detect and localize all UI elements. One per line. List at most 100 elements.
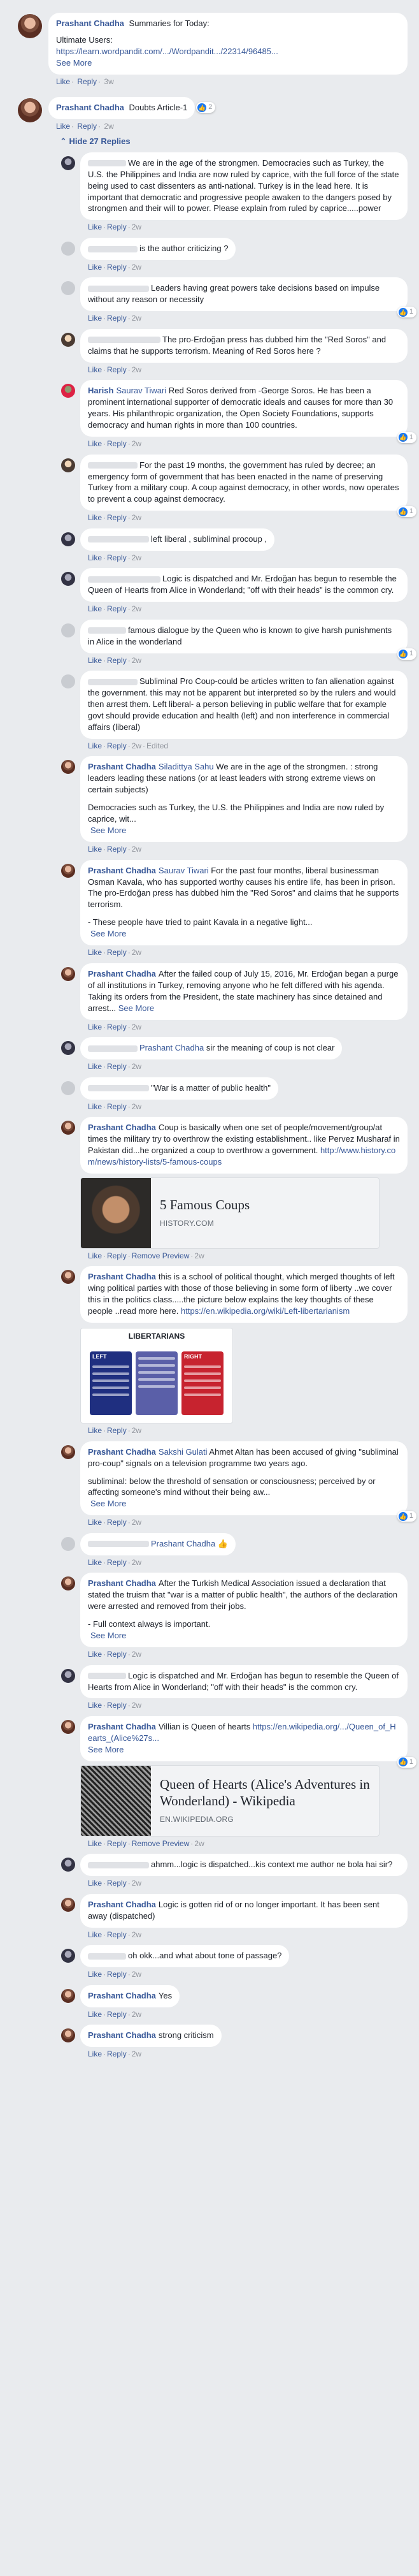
edited-label[interactable]: Edited [146, 741, 168, 750]
like-button[interactable]: Like [88, 1879, 102, 1888]
comment-author[interactable]: Prashant Chadha [88, 762, 156, 771]
like-button[interactable]: Like [88, 1558, 102, 1567]
reaction-count[interactable]: 👍 1 [397, 307, 416, 318]
comment-author[interactable]: Prashant Chadha [88, 2030, 156, 2040]
comment-link[interactable]: https://learn.wordpandit.com/.../Wordpan… [56, 47, 278, 56]
avatar[interactable] [61, 1988, 75, 2003]
reply-button[interactable]: Reply [77, 122, 97, 131]
timestamp[interactable]: 2w [132, 1062, 141, 1071]
mention-tag[interactable]: Saurav Tiwari [159, 866, 209, 875]
like-button[interactable]: Like [88, 656, 102, 665]
timestamp[interactable]: 2w [132, 1022, 141, 1031]
timestamp[interactable]: 2w [194, 1839, 204, 1848]
reply-button[interactable]: Reply [107, 1970, 127, 1979]
like-button[interactable]: Like [88, 439, 102, 448]
remove-preview-button[interactable]: Remove Preview [132, 1839, 190, 1848]
reply-button[interactable]: Reply [107, 1839, 127, 1848]
reply-button[interactable]: Reply [107, 948, 127, 957]
avatar[interactable] [61, 1081, 75, 1095]
see-more-link[interactable]: See More [56, 58, 92, 68]
timestamp[interactable]: 3w [104, 77, 113, 86]
timestamp[interactable]: 2w [132, 314, 141, 323]
timestamp[interactable]: 2w [132, 513, 141, 522]
avatar[interactable] [61, 863, 75, 878]
like-button[interactable]: Like [88, 1701, 102, 1710]
like-button[interactable]: Like [88, 1022, 102, 1031]
reply-button[interactable]: Reply [107, 845, 127, 854]
comment-author[interactable]: Prashant Chadha [88, 1578, 156, 1588]
remove-preview-button[interactable]: Remove Preview [132, 1251, 190, 1260]
like-button[interactable]: Like [88, 1062, 102, 1071]
avatar[interactable] [61, 532, 75, 546]
timestamp[interactable]: 2w [132, 439, 141, 448]
timestamp[interactable]: 2w [132, 1701, 141, 1710]
reply-button[interactable]: Reply [107, 1930, 127, 1939]
reply-button[interactable]: Reply [107, 1650, 127, 1659]
reply-button[interactable]: Reply [107, 222, 127, 231]
mention-tag[interactable]: Sakshi Gulati [159, 1447, 208, 1457]
avatar[interactable] [61, 1536, 75, 1551]
like-button[interactable]: Like [88, 513, 102, 522]
like-button[interactable]: Like [88, 741, 102, 750]
see-more-link[interactable]: See More [90, 826, 126, 835]
timestamp[interactable]: 2w [132, 656, 141, 665]
reply-button[interactable]: Reply [107, 263, 127, 272]
reaction-count[interactable]: 👍 1 [397, 1756, 416, 1768]
avatar[interactable] [61, 966, 75, 981]
avatar[interactable] [61, 1270, 75, 1284]
avatar[interactable] [61, 241, 75, 256]
timestamp[interactable]: 2w [132, 365, 141, 374]
see-more-link[interactable]: See More [90, 1499, 126, 1508]
avatar[interactable] [61, 2028, 75, 2043]
reply-button[interactable]: Reply [107, 553, 127, 562]
avatar[interactable] [61, 1858, 75, 1872]
avatar[interactable] [61, 572, 75, 586]
see-more-link[interactable]: See More [118, 1003, 154, 1013]
reaction-count[interactable]: 👍 1 [397, 506, 416, 518]
reaction-count[interactable]: 👍 1 [397, 432, 416, 444]
comment-author[interactable]: Prashant Chadha [56, 18, 124, 28]
mention-tag[interactable]: Siladittya Sahu [159, 762, 214, 771]
timestamp[interactable]: 2w [132, 1518, 141, 1527]
like-button[interactable]: Like [88, 222, 102, 231]
mention-tag[interactable]: Prashant Chadha [139, 1043, 204, 1052]
avatar[interactable] [18, 14, 42, 38]
comment-author[interactable]: Prashant Chadha [88, 1272, 156, 1281]
like-button[interactable]: Like [88, 1970, 102, 1979]
libertarian-chart-image[interactable]: LIBERTARIANS LEFT RIGHT [80, 1328, 233, 1424]
avatar[interactable] [61, 384, 75, 398]
avatar[interactable] [18, 98, 42, 123]
reply-button[interactable]: Reply [107, 1558, 127, 1567]
like-button[interactable]: Like [88, 1650, 102, 1659]
reply-button[interactable]: Reply [77, 77, 97, 86]
reply-button[interactable]: Reply [107, 741, 127, 750]
reply-button[interactable]: Reply [107, 1879, 127, 1888]
reply-button[interactable]: Reply [107, 1518, 127, 1527]
mention-tag[interactable]: Saurav Tiwari [116, 386, 166, 395]
timestamp[interactable]: 2w [132, 2010, 141, 2019]
timestamp[interactable]: 2w [132, 1558, 141, 1567]
comment-author[interactable]: Prashant Chadha [88, 1991, 156, 2000]
timestamp[interactable]: 2w [104, 122, 113, 131]
timestamp[interactable]: 2w [132, 741, 141, 750]
timestamp[interactable]: 2w [194, 1251, 204, 1260]
like-button[interactable]: Like [88, 553, 102, 562]
avatar[interactable] [61, 1576, 75, 1591]
timestamp[interactable]: 2w [132, 845, 141, 854]
timestamp[interactable]: 2w [132, 604, 141, 613]
see-more-link[interactable]: See More [90, 1631, 126, 1640]
like-button[interactable]: Like [88, 365, 102, 374]
comment-author[interactable]: Prashant Chadha [88, 866, 156, 875]
avatar[interactable] [61, 332, 75, 347]
like-button[interactable]: Like [88, 604, 102, 613]
comment-author[interactable]: Prashant Chadha [56, 103, 124, 112]
like-button[interactable]: Like [88, 314, 102, 323]
reply-button[interactable]: Reply [107, 1102, 127, 1111]
like-button[interactable]: Like [88, 1930, 102, 1939]
reaction-count[interactable]: 👍 1 [397, 1511, 416, 1522]
reply-button[interactable]: Reply [107, 1022, 127, 1031]
reply-button[interactable]: Reply [107, 656, 127, 665]
like-button[interactable]: Like [88, 948, 102, 957]
see-more-link[interactable]: See More [90, 929, 126, 938]
comment-link[interactable]: https://en.wikipedia.org/wiki/Left-liber… [181, 1306, 350, 1316]
